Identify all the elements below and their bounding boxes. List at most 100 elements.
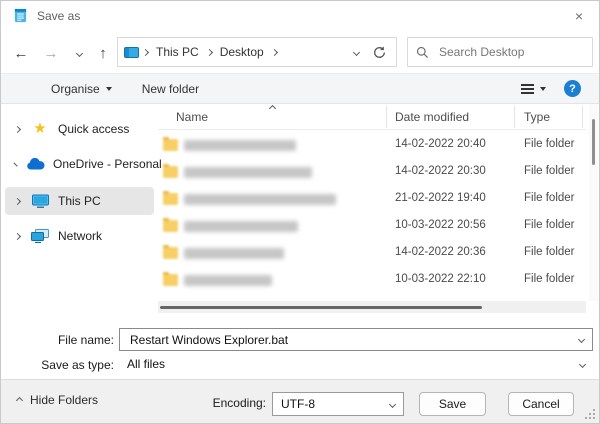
expander-chevron-icon[interactable] [13, 161, 18, 167]
sidebar-item-label: Network [58, 229, 103, 243]
up-button[interactable]: ↑ [91, 41, 115, 65]
column-divider[interactable] [514, 106, 515, 128]
horizontal-scrollbar[interactable] [158, 301, 586, 313]
breadcrumb-this-pc[interactable]: This PC [152, 45, 203, 59]
encoding-value: UTF-8 [281, 397, 315, 411]
vertical-scrollbar-thumb[interactable] [592, 119, 595, 165]
date-modified-cell: 14-02-2022 20:36 [395, 246, 486, 258]
monitor-icon [31, 194, 49, 208]
table-row[interactable]: 21-02-2022 19:40 File folder [158, 186, 586, 213]
file-name-label: File name: [57, 333, 114, 347]
table-row[interactable]: 10-03-2022 22:10 File folder [158, 267, 586, 294]
network-icon [31, 229, 49, 243]
window-title: Save as [37, 9, 81, 23]
back-button[interactable]: ← [9, 41, 33, 65]
file-name-input[interactable] [128, 331, 579, 348]
table-row[interactable]: 14-02-2022 20:30 File folder [158, 159, 586, 186]
new-folder-button[interactable]: New folder [142, 82, 199, 96]
file-name-combobox[interactable] [119, 328, 593, 351]
type-cell: File folder [524, 219, 575, 231]
organise-label: Organise [51, 81, 100, 96]
column-header-name[interactable]: Name [176, 110, 208, 124]
main-area: ★ Quick access OneDrive - Personal This PC N… [1, 104, 599, 314]
folder-icon [163, 137, 178, 151]
sidebar-item-label: Quick access [58, 122, 130, 136]
close-button[interactable]: × [565, 4, 593, 28]
notepad-icon [13, 8, 28, 28]
save-button[interactable]: Save [419, 392, 486, 416]
forward-button[interactable]: → [39, 41, 63, 65]
sidebar-item-network[interactable]: Network [5, 222, 154, 250]
command-toolbar: Organise New folder ? [1, 73, 599, 104]
title-bar: Save as × [1, 1, 599, 31]
folder-icon [163, 272, 178, 286]
sort-ascending-icon [268, 104, 277, 113]
save-as-type-value: All files [127, 357, 166, 371]
list-header: Name Date modified Type [158, 104, 586, 130]
table-row[interactable]: 14-02-2022 20:40 File folder [158, 132, 586, 159]
cloud-icon [27, 158, 45, 170]
address-bar[interactable]: This PC Desktop [117, 37, 397, 67]
chevron-down-icon[interactable] [388, 400, 397, 408]
type-cell: File folder [524, 165, 575, 177]
date-modified-cell: 10-03-2022 20:56 [395, 219, 486, 231]
navigation-pane: ★ Quick access OneDrive - Personal This PC N… [1, 104, 162, 314]
file-list: Name Date modified Type 14-02-2022 20:40… [158, 104, 599, 314]
folder-icon [163, 218, 178, 232]
type-cell: File folder [524, 246, 575, 258]
expander-chevron-icon[interactable] [13, 197, 22, 205]
sidebar-item-this-pc[interactable]: This PC [5, 187, 154, 215]
views-button[interactable] [521, 83, 546, 94]
recent-locations-button[interactable] [67, 41, 91, 65]
save-as-type-combobox[interactable]: All files [119, 353, 593, 375]
redacted-file-name [184, 275, 272, 286]
star-icon: ★ [33, 120, 47, 137]
column-divider[interactable] [582, 106, 583, 128]
breadcrumb-desktop[interactable]: Desktop [216, 45, 268, 59]
date-modified-cell: 21-02-2022 19:40 [395, 192, 486, 204]
redacted-file-name [184, 167, 312, 178]
chevron-down-icon[interactable] [578, 360, 587, 368]
hide-folders-button[interactable]: Hide Folders [15, 393, 99, 407]
date-modified-cell: 14-02-2022 20:30 [395, 165, 486, 177]
redacted-file-name [184, 221, 298, 232]
table-row[interactable]: 14-02-2022 20:36 File folder [158, 240, 586, 267]
type-cell: File folder [524, 192, 575, 204]
type-cell: File folder [524, 138, 575, 150]
organise-button[interactable]: Organise [51, 82, 112, 96]
column-header-type[interactable]: Type [524, 110, 550, 124]
resize-grip[interactable] [584, 408, 596, 420]
list-view-icon [521, 83, 534, 94]
chevron-down-icon [75, 49, 83, 57]
save-as-dialog: Save as × ← → ↑ This PC Desktop Search D… [0, 0, 600, 424]
column-divider[interactable] [386, 106, 387, 128]
sidebar-item-onedrive-personal[interactable]: OneDrive - Personal [5, 150, 162, 178]
help-button[interactable]: ? [564, 80, 581, 97]
folder-icon [163, 164, 178, 178]
encoding-combobox[interactable]: UTF-8 [272, 392, 404, 416]
refresh-icon[interactable] [373, 46, 386, 59]
address-dropdown-icon[interactable] [352, 48, 361, 56]
search-box[interactable] [407, 37, 593, 67]
vertical-scrollbar[interactable] [589, 104, 598, 301]
type-cell: File folder [524, 273, 575, 285]
sidebar-item-quick-access[interactable]: ★ Quick access [5, 115, 154, 143]
date-modified-cell: 10-03-2022 22:10 [395, 273, 486, 285]
horizontal-scrollbar-thumb[interactable] [160, 305, 482, 309]
chevron-down-icon[interactable] [577, 335, 586, 344]
redacted-file-name [184, 140, 296, 151]
table-row[interactable]: 10-03-2022 20:56 File folder [158, 213, 586, 240]
date-modified-cell: 14-02-2022 20:40 [395, 138, 486, 150]
breadcrumb-chevron-icon [141, 48, 150, 56]
expander-chevron-icon[interactable] [13, 125, 22, 133]
save-as-type-label: Save as type: [41, 358, 114, 372]
breadcrumb-chevron-icon [205, 48, 213, 56]
search-input[interactable] [437, 44, 584, 60]
hide-folders-label: Hide Folders [30, 393, 99, 407]
sidebar-item-label: OneDrive - Personal [53, 157, 162, 171]
column-header-date-modified[interactable]: Date modified [395, 110, 469, 124]
cancel-button[interactable]: Cancel [508, 392, 574, 416]
new-folder-label: New folder [141, 81, 200, 96]
sidebar-item-label: This PC [58, 194, 101, 208]
expander-chevron-icon[interactable] [13, 232, 22, 240]
